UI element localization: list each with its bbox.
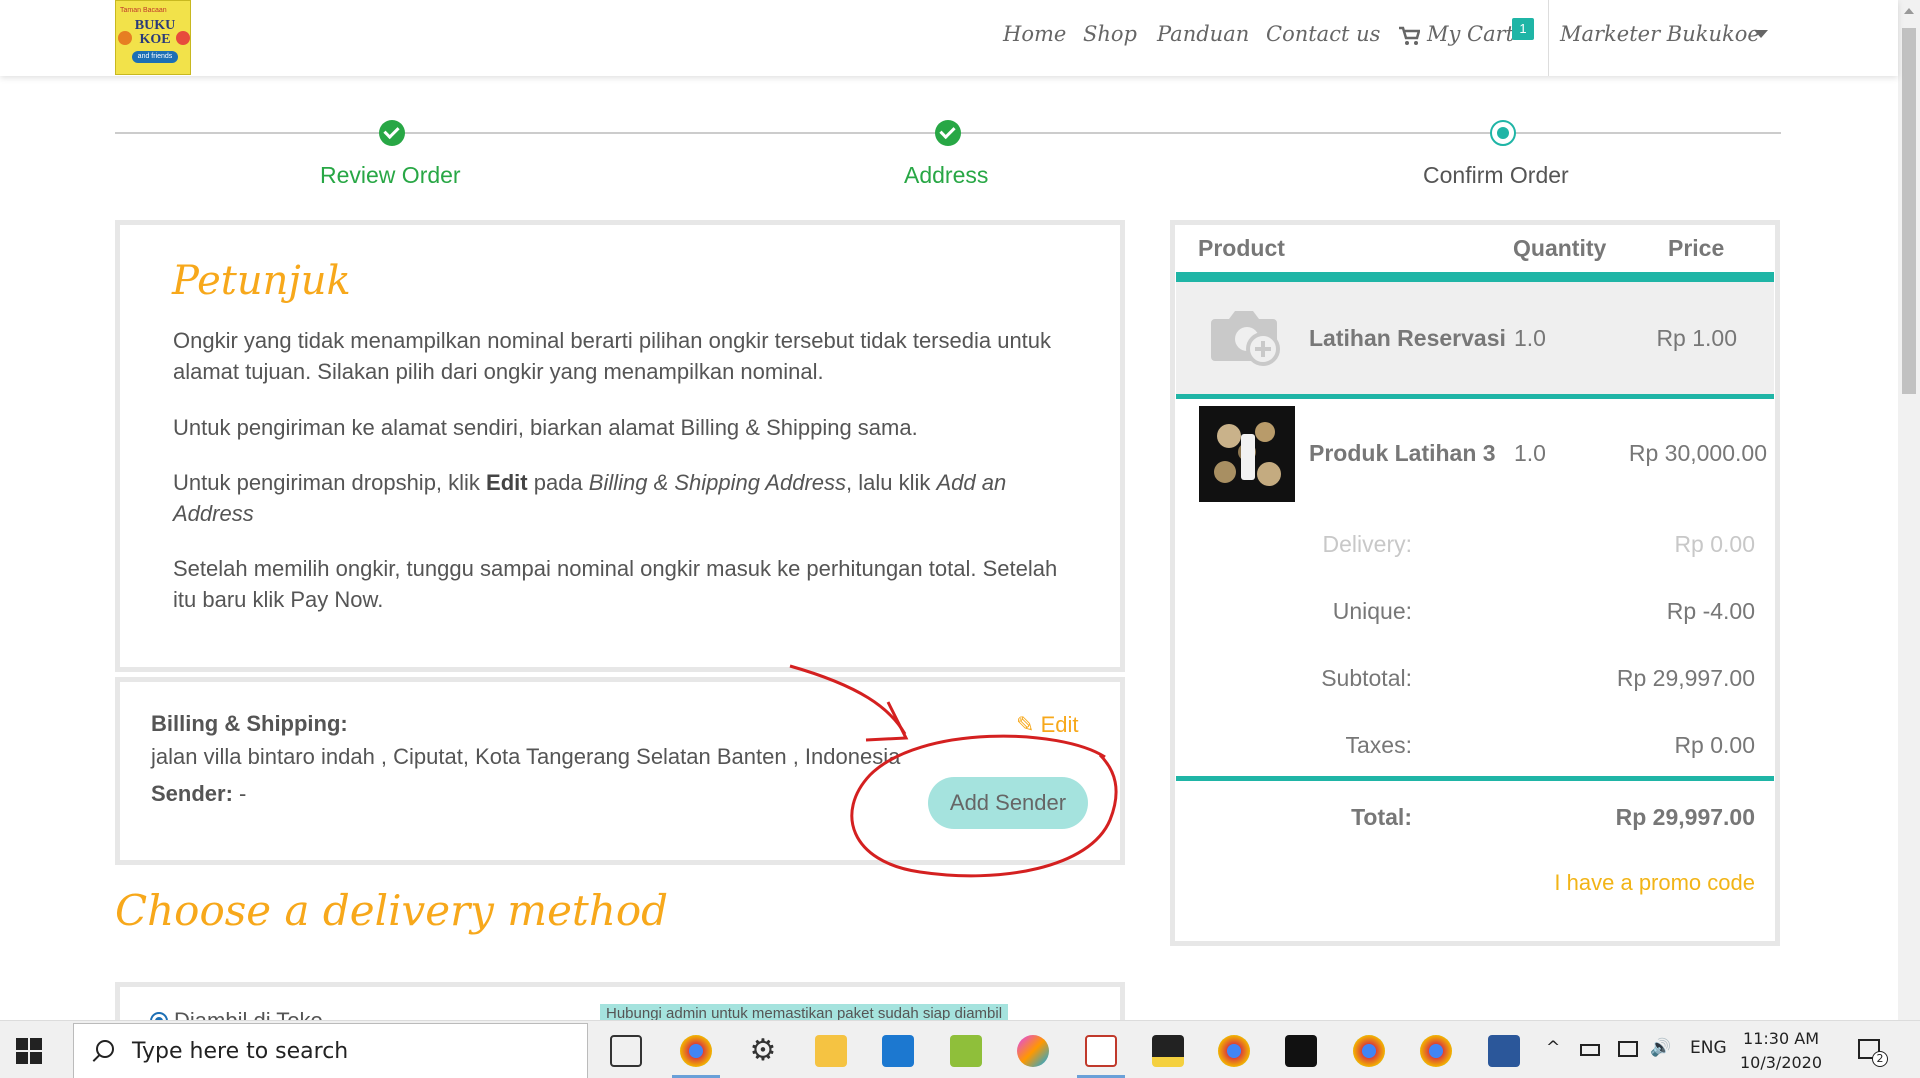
subtotal-value: Rp 29,997.00 [1616,665,1755,691]
col-price: Price [1668,235,1725,261]
paint-3d-icon[interactable] [1017,1035,1049,1067]
camera-placeholder-icon [1211,311,1280,366]
taskbar-clock[interactable]: 11:30 AM 10/3/2020 [1740,1027,1822,1075]
vscode-icon[interactable] [882,1035,914,1067]
step-address-check-icon [935,120,961,146]
step-confirm-order: Confirm Order [1423,162,1569,188]
search-placeholder: Type here to search [132,1039,349,1064]
cart-count-badge: 1 [1512,18,1534,40]
product-name[interactable]: Latihan Reservasi [1309,325,1506,352]
chrome-profile-h-icon[interactable] [1420,1035,1452,1067]
step-address[interactable]: Address [904,162,988,189]
nav-shop[interactable]: Shop [1083,22,1137,46]
file-explorer-icon[interactable] [815,1035,847,1067]
notification-count: 2 [1872,1051,1888,1067]
windows-start-icon[interactable] [16,1038,42,1064]
bukukoe-logo[interactable]: Taman Bacaan BUKU KOE and friends [115,0,191,75]
nav-contact-us[interactable]: Contact us [1266,22,1380,46]
volume-icon[interactable]: 🔊 [1650,1038,1671,1058]
unique-value: Rp -4.00 [1666,598,1755,624]
header-divider [1176,272,1774,282]
step-confirm-current-icon [1490,120,1516,146]
sender-info: Sender: - [151,781,247,806]
petunjuk-title: Petunjuk [172,258,351,304]
tray-chevron-up-icon[interactable]: ^ [1546,1038,1560,1058]
petunjuk-paragraph: Untuk pengiriman dropship, klik Edit pad… [173,470,1007,526]
delivery-label: Delivery: [1322,531,1412,557]
taxes-label: Taxes: [1345,732,1412,758]
clock-date: 10/3/2020 [1740,1053,1823,1072]
sticky-notes-icon[interactable] [1152,1035,1184,1067]
product-thumbnail[interactable] [1199,406,1295,502]
chrome-icon[interactable] [680,1035,712,1067]
step-review-check-icon [379,120,405,146]
delivery-method-title: Choose a delivery method [115,886,669,935]
col-quantity: Quantity [1513,235,1607,261]
settings-gear-icon[interactable]: ⚙ [747,1035,779,1067]
delivery-value: Rp 0.00 [1674,531,1755,557]
petunjuk-paragraph: Ongkir yang tidak menampilkan nominal be… [173,328,1052,384]
cart-icon[interactable] [1398,26,1420,46]
product-image [1214,422,1281,486]
terminal-icon[interactable] [1285,1035,1317,1067]
nav-divider [1548,0,1549,76]
unique-label: Unique: [1332,598,1412,624]
subtotal-label: Subtotal: [1321,665,1412,691]
row-divider [1176,394,1774,399]
product-qty: 1.0 [1514,440,1546,466]
taskbar-search-box[interactable]: Type here to search [73,1023,588,1078]
top-navbar: Taman Bacaan BUKU KOE and friends Home Sh… [0,0,1898,76]
clock-time: 11:30 AM [1743,1029,1819,1048]
battery-icon[interactable] [1580,1044,1600,1056]
billing-label: Billing & Shipping: [151,711,348,736]
petunjuk-paragraph: Untuk pengiriman ke alamat sendiri, biar… [173,415,918,440]
scroll-up-icon[interactable] [1904,8,1914,14]
word-icon[interactable] [1488,1035,1520,1067]
user-menu[interactable]: Marketer Bukukoe [1560,22,1760,46]
snipping-tool-icon[interactable] [1085,1035,1117,1067]
total-value: Rp 29,997.00 [1615,804,1755,830]
product-name[interactable]: Produk Latihan 3 [1309,440,1496,467]
col-product: Product [1198,235,1285,261]
total-label: Total: [1351,804,1412,830]
add-sender-button[interactable]: Add Sender [928,777,1088,829]
chrome-profile-icon[interactable] [1218,1035,1250,1067]
scrollbar-thumb[interactable] [1902,28,1916,394]
nav-panduan[interactable]: Panduan [1157,22,1249,46]
product-qty: 1.0 [1514,325,1546,351]
edit-icon: ✎ [1016,712,1035,737]
petunjuk-paragraph: Setelah memilih ongkir, tunggu sampai no… [173,556,1058,612]
network-icon[interactable] [1618,1041,1638,1057]
nav-home[interactable]: Home [1003,22,1066,46]
search-icon [96,1040,114,1058]
step-review-order[interactable]: Review Order [320,162,461,189]
edit-billing-link[interactable]: ✎ Edit [1016,712,1078,738]
billing-panel [115,677,1125,865]
chevron-down-icon[interactable] [1754,30,1768,38]
product-price: Rp 30,000.00 [1628,440,1767,466]
taxes-value: Rp 0.00 [1674,732,1755,758]
windows-taskbar: Type here to search ⚙ ^ 🔊 ENG 11:30 AM 1… [0,1020,1920,1078]
chrome-profile-b-icon[interactable] [1353,1035,1385,1067]
notepad-plus-icon[interactable] [950,1035,982,1067]
task-view-icon[interactable] [610,1035,642,1067]
total-divider [1176,776,1774,781]
billing-address: jalan villa bintaro indah , Ciputat, Kot… [151,744,901,769]
nav-my-cart[interactable]: My Cart [1427,22,1514,46]
product-price: Rp 1.00 [1656,325,1737,351]
language-indicator[interactable]: ENG [1690,1038,1727,1058]
vertical-scrollbar[interactable] [1898,0,1920,1020]
promo-code-link[interactable]: I have a promo code [1554,870,1755,896]
